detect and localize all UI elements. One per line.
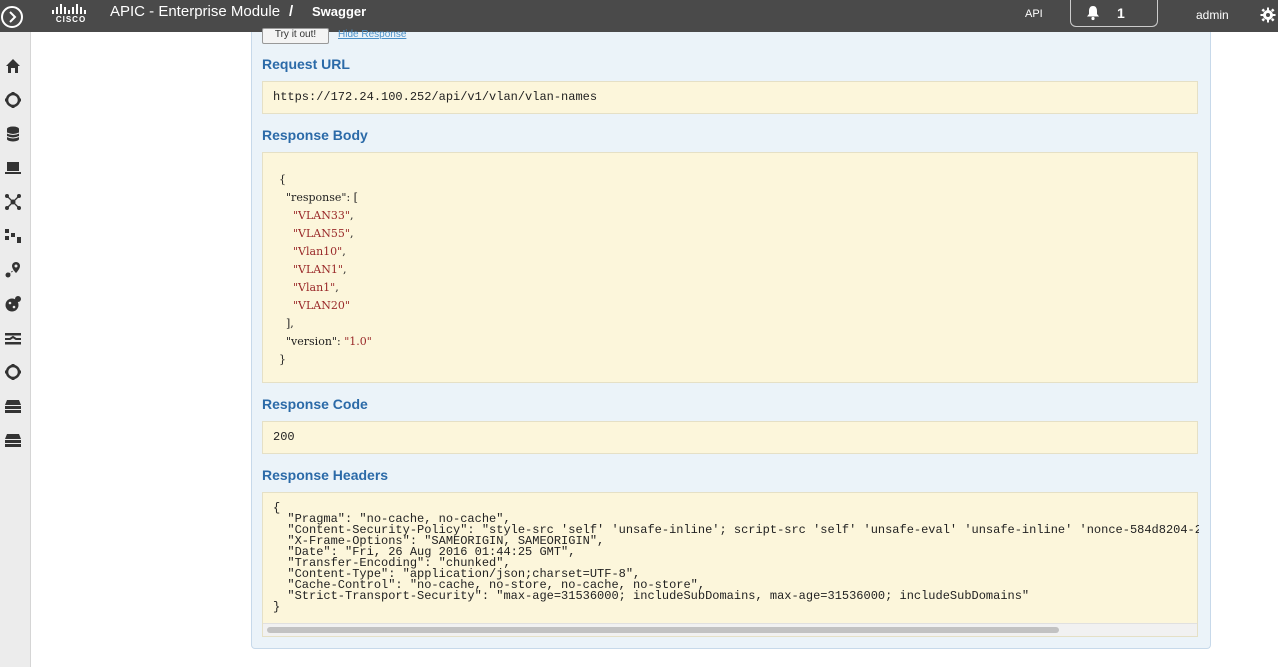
scrollbar-thumb[interactable] — [267, 627, 1059, 633]
gear-icon[interactable] — [1260, 7, 1276, 23]
user-menu[interactable]: admin — [1196, 8, 1229, 22]
request-url-value: https://172.24.100.252/api/v1/vlan/vlan-… — [273, 90, 598, 104]
location-icon[interactable] — [4, 261, 22, 279]
json-line: } — [279, 353, 286, 366]
json-line: ], — [279, 317, 294, 330]
response-code-box: 200 — [262, 421, 1198, 454]
path-trace-icon[interactable] — [4, 227, 22, 245]
expand-sidebar-icon[interactable] — [0, 5, 24, 29]
top-bar: CISCO APIC - Enterprise Module / Swagger… — [0, 0, 1278, 32]
policy-icon[interactable] — [4, 295, 22, 313]
json-line: "Vlan10", — [293, 245, 346, 258]
cisco-logo: CISCO — [50, 3, 92, 25]
discovery-icon[interactable] — [4, 91, 22, 109]
response-headers-box: { "Pragma": "no-cache, no-cache", "Conte… — [262, 492, 1199, 637]
home-icon[interactable] — [4, 57, 22, 75]
horizontal-scrollbar[interactable] — [263, 623, 1197, 636]
operation-panel: Try it out! Hide Response Request URL ht… — [251, 28, 1211, 649]
json-line: "version": "1.0" — [286, 335, 372, 348]
server-icon[interactable] — [4, 397, 22, 415]
network-plug-icon[interactable] — [4, 329, 22, 347]
device-icon[interactable] — [4, 159, 22, 177]
response-headers-heading: Response Headers — [262, 467, 389, 483]
server-stack-icon[interactable] — [4, 431, 22, 449]
response-code-heading: Response Code — [262, 396, 368, 412]
response-body-json: { "response": [ "VLAN33", "VLAN55", "Vla… — [279, 171, 372, 369]
breadcrumb-separator: / — [289, 3, 294, 20]
json-line: { — [279, 173, 286, 186]
json-line: "VLAN33", — [293, 209, 354, 222]
notification-count: 1 — [1117, 5, 1125, 21]
app-title[interactable]: APIC - Enterprise Module — [110, 3, 280, 20]
api-link[interactable]: API — [1025, 8, 1043, 20]
json-line: "VLAN55", — [293, 227, 354, 240]
try-it-out-button[interactable]: Try it out! — [262, 28, 329, 44]
sidebar — [0, 32, 31, 667]
request-url-heading: Request URL — [262, 56, 350, 72]
response-body-heading: Response Body — [262, 127, 368, 143]
notifications-button[interactable]: 1 — [1070, 0, 1158, 27]
response-headers-text: { "Pragma": "no-cache, no-cache", "Conte… — [273, 501, 1199, 614]
json-line: "Vlan1", — [293, 281, 339, 294]
json-line: "response": [ — [286, 191, 358, 204]
hide-response-link[interactable]: Hide Response — [338, 29, 406, 40]
page-title: Swagger — [312, 4, 367, 19]
response-code-value: 200 — [273, 430, 295, 444]
request-url-box: https://172.24.100.252/api/v1/vlan/vlan-… — [262, 81, 1198, 114]
response-body-box: { "response": [ "VLAN33", "VLAN55", "Vla… — [262, 152, 1198, 383]
topology-icon[interactable] — [4, 193, 22, 211]
json-line: "VLAN1", — [293, 263, 347, 276]
bell-icon — [1087, 6, 1099, 21]
logo-text: CISCO — [55, 15, 87, 24]
json-line: "VLAN20" — [293, 299, 350, 312]
response-headers-viewport: { "Pragma": "no-cache, no-cache", "Conte… — [263, 493, 1199, 623]
inventory-icon[interactable] — [4, 125, 22, 143]
settings-icon[interactable] — [4, 363, 22, 381]
